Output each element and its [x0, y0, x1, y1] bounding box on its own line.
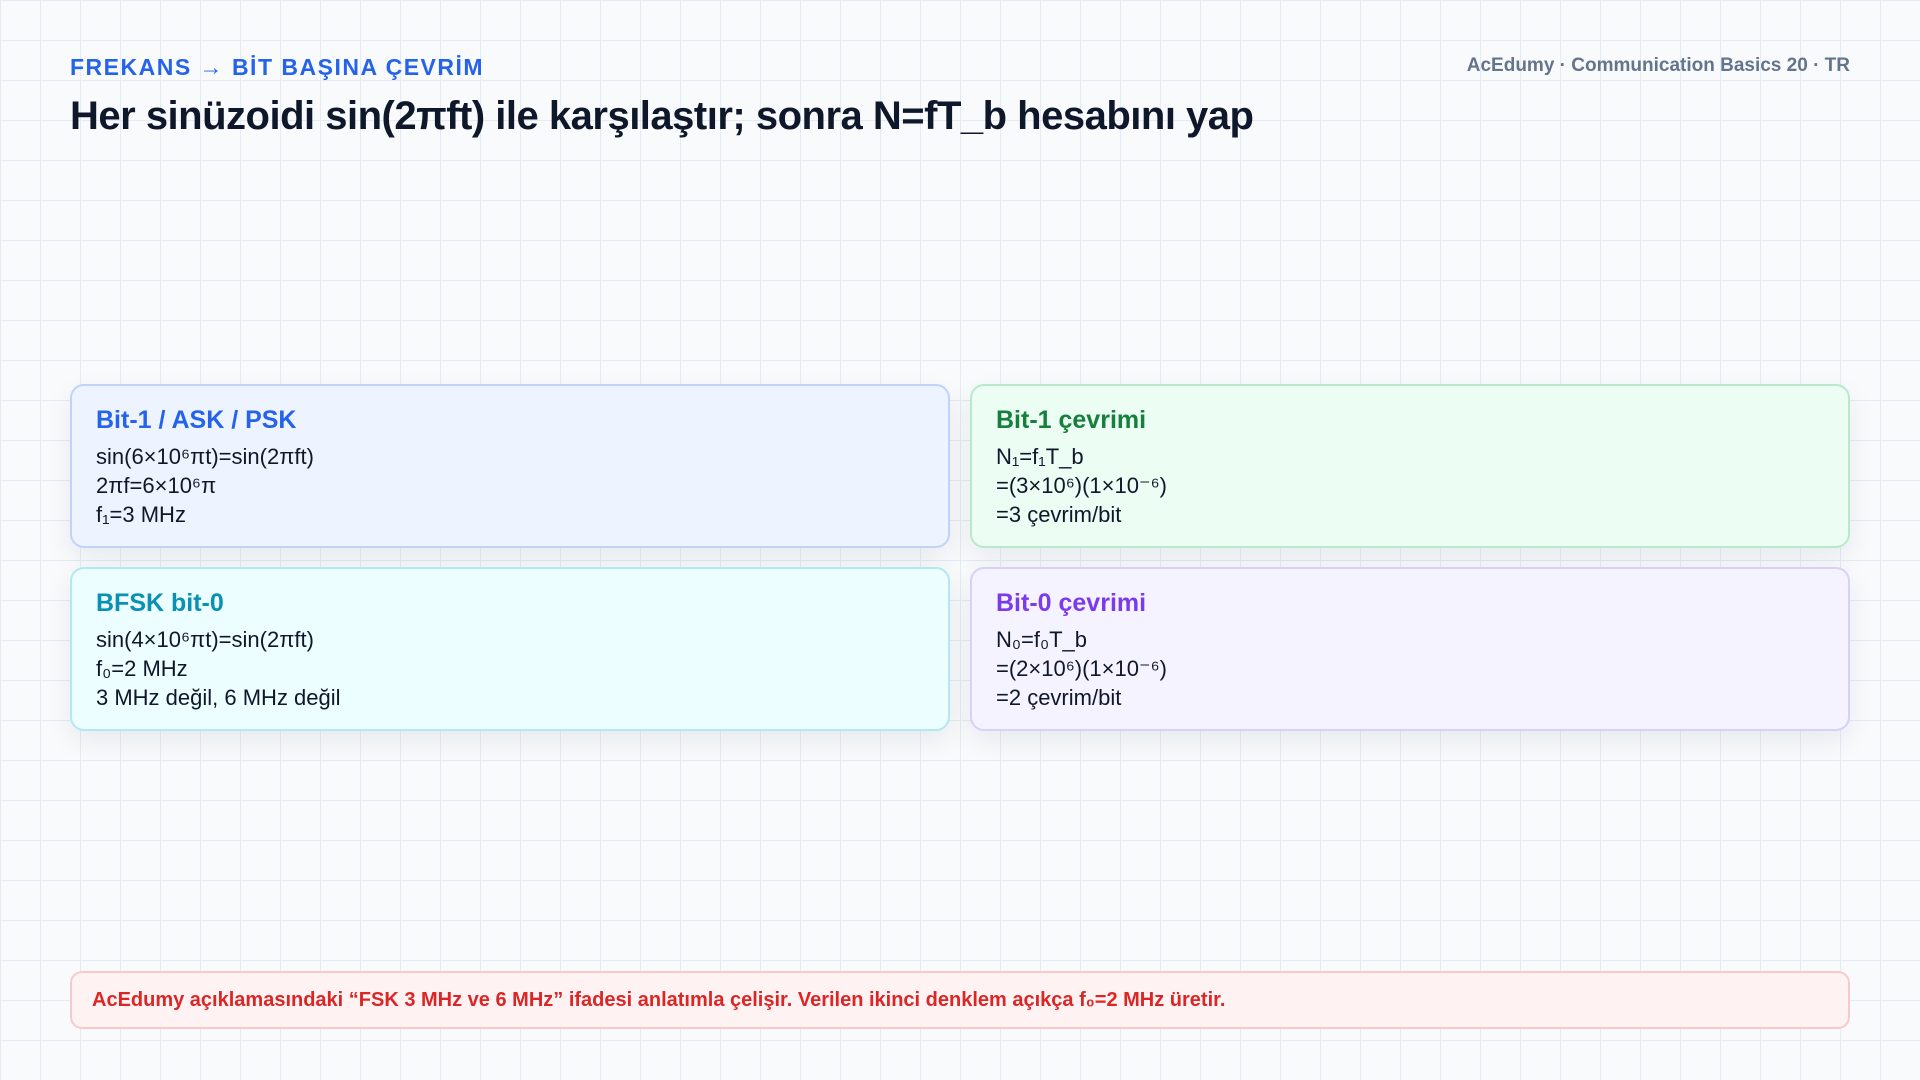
- page-title: Her sinüzoidi sin(2πft) ile karşılaştır;…: [70, 94, 1254, 138]
- card-line: sin(6×10⁶πt)=sin(2πft): [96, 444, 314, 469]
- card-line: =(2×10⁶)(1×10⁻⁶): [996, 656, 1167, 681]
- card-line: 2πf=6×10⁶π: [96, 473, 217, 498]
- card-title: Bit-1 / ASK / PSK: [96, 406, 297, 434]
- course-brand-label: AcEdumy · Communication Basics 20 · TR: [1466, 55, 1850, 76]
- card-title: Bit-0 çevrimi: [996, 589, 1147, 617]
- card-line: =2 çevrim/bit: [996, 685, 1122, 710]
- card-line: =3 çevrim/bit: [996, 502, 1122, 527]
- card-title: Bit-1 çevrimi: [996, 406, 1147, 434]
- card-line: N₀=f₀T_b: [996, 627, 1088, 652]
- warning-text: AcEdumy açıklamasındaki “FSK 3 MHz ve 6 …: [92, 988, 1226, 1011]
- card-line: f₀=2 MHz: [96, 656, 188, 681]
- card-line: 3 MHz değil, 6 MHz değil: [96, 685, 341, 710]
- card-title: BFSK bit-0: [96, 589, 224, 617]
- card-bit1-ask-psk: Bit-1 / ASK / PSK sin(6×10⁶πt)=sin(2πft)…: [70, 384, 950, 548]
- warning-note: AcEdumy açıklamasındaki “FSK 3 MHz ve 6 …: [70, 971, 1850, 1029]
- card-line: N₁=f₁T_b: [996, 444, 1084, 469]
- card-bfsk-bit0: BFSK bit-0 sin(4×10⁶πt)=sin(2πft) f₀=2 M…: [70, 567, 950, 731]
- card-line: =(3×10⁶)(1×10⁻⁶): [996, 473, 1167, 498]
- card-line: f₁=3 MHz: [96, 502, 186, 527]
- card-line: sin(4×10⁶πt)=sin(2πft): [96, 627, 314, 652]
- card-bit1-cycles: Bit-1 çevrimi N₁=f₁T_b =(3×10⁶)(1×10⁻⁶) …: [970, 384, 1850, 548]
- section-kicker: FREKANS → BİT BAŞINA ÇEVRİM: [70, 54, 485, 80]
- card-bit0-cycles: Bit-0 çevrimi N₀=f₀T_b =(2×10⁶)(1×10⁻⁶) …: [970, 567, 1850, 731]
